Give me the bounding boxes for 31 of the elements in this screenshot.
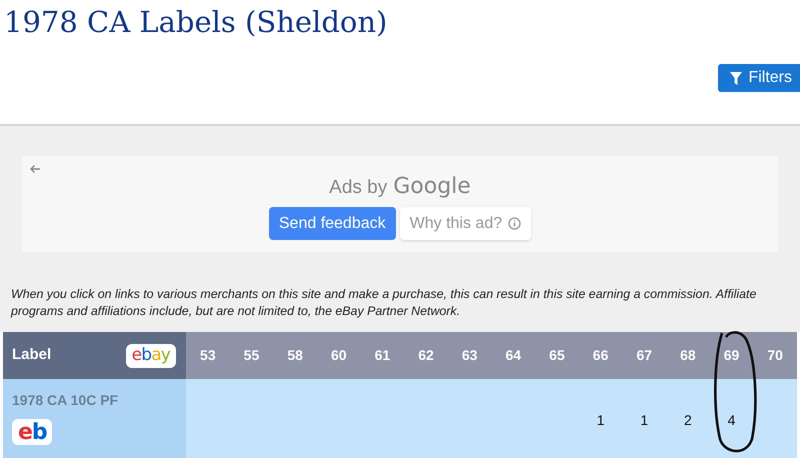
- ebay-logo[interactable]: ebay: [126, 344, 176, 368]
- feedback-button[interactable]: Send feedback: [268, 207, 396, 240]
- column-heading: 62: [404, 332, 448, 379]
- table-cell: 2: [666, 379, 710, 458]
- why-this-ad-button[interactable]: Why this ad?: [400, 207, 532, 240]
- page-title: 1978 CA Labels (Sheldon): [3, 4, 388, 41]
- column-heading: 61: [360, 332, 404, 379]
- column-heading: 58: [273, 332, 317, 379]
- table-cell: 4: [710, 379, 754, 458]
- column-heading: 64: [491, 332, 536, 379]
- ad-heading: Ads by: [329, 176, 388, 200]
- column-heading: 55: [230, 332, 274, 379]
- brand-name: Google: [393, 173, 471, 201]
- ebay-logo[interactable]: eb: [12, 419, 52, 445]
- affiliate-disclaimer: When you click on links to various merchants on this site and make a purchase, this can result in this site earning a commission. Affiliate programs and affiliations include, but are not limited to, the eBay Partner Network.: [11, 286, 758, 320]
- back-arrow-icon[interactable]: [29, 164, 41, 174]
- filter-icon: [730, 72, 742, 84]
- column-heading: 53: [186, 332, 230, 379]
- column-heading: 67: [622, 332, 666, 379]
- table-cell: 1: [622, 379, 666, 458]
- column-heading: 70: [753, 332, 797, 379]
- column-heading: 63: [448, 332, 492, 379]
- column-heading: 68: [666, 332, 710, 379]
- filters-button[interactable]: Filters: [718, 64, 800, 92]
- table-cell: 1: [578, 379, 622, 458]
- label-heading: Label: [12, 345, 52, 365]
- column-heading: 60: [316, 332, 361, 379]
- column-heading: 65: [535, 332, 579, 379]
- column-heading: 66: [578, 332, 622, 379]
- row-label: 1978 CA 10C PF: [12, 391, 118, 410]
- info-icon: [508, 217, 522, 230]
